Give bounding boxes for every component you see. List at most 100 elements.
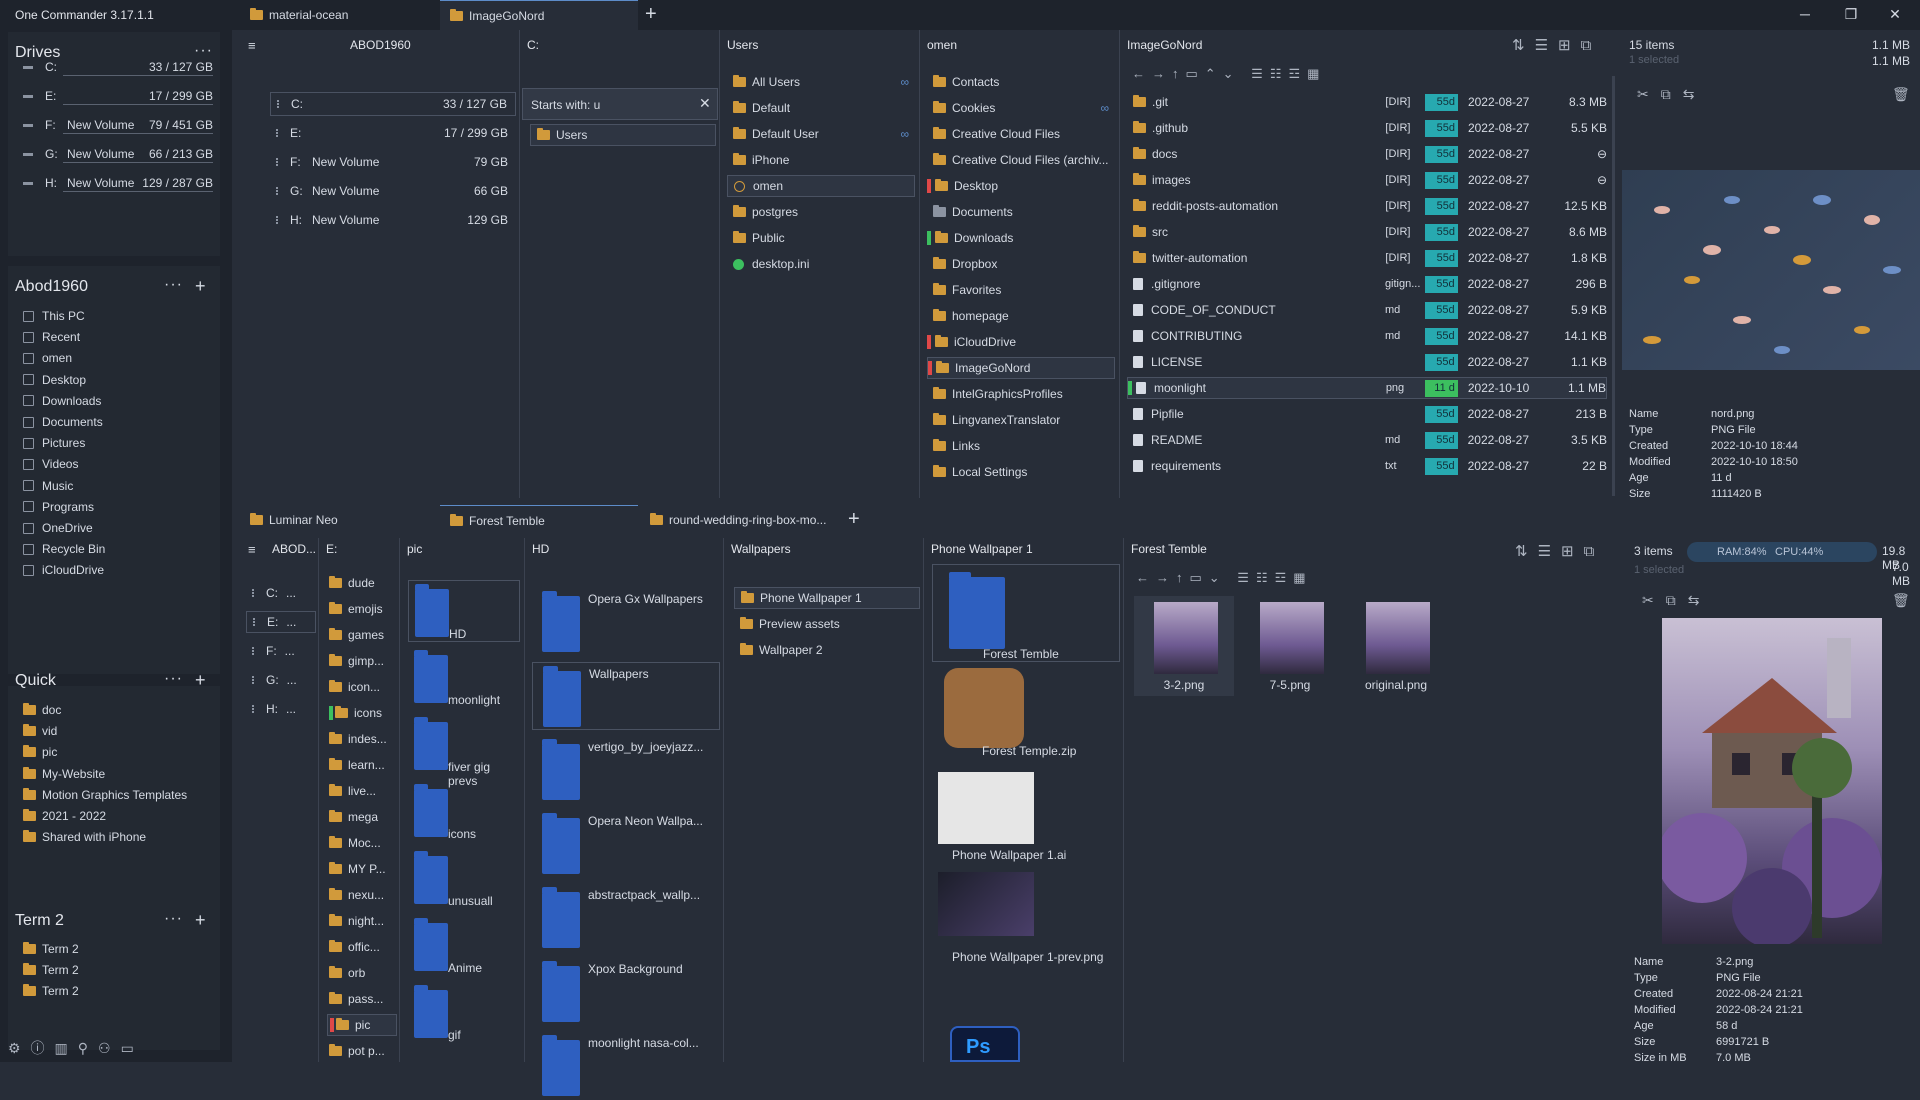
abod-drive[interactable]: H: New Volume 129 GB xyxy=(270,208,516,232)
image-thumb[interactable]: original.png xyxy=(1346,596,1446,696)
folder-item[interactable]: pic xyxy=(327,1014,397,1036)
folder-item[interactable]: icon... xyxy=(327,676,397,698)
abod-drive[interactable]: C: 33 / 127 GB xyxy=(270,92,516,116)
new-tab-button[interactable]: + xyxy=(848,508,860,531)
tab-luminar-neo[interactable]: Luminar Neo xyxy=(240,505,440,535)
sidebar-drive[interactable]: E: 17 / 299 GB xyxy=(23,85,213,107)
quick-item[interactable]: doc xyxy=(23,699,218,721)
folder-item[interactable]: icons xyxy=(327,702,397,724)
sidebar-item[interactable]: omen xyxy=(23,347,218,369)
thumb-item[interactable]: Forest Temble xyxy=(932,564,1120,662)
folder-item[interactable]: learn... xyxy=(327,754,397,776)
term-item[interactable]: Term 2 xyxy=(23,938,218,960)
thumb-item[interactable]: Forest Temple.zip xyxy=(932,662,1120,760)
clipboard-toolbar[interactable]: ✂⧉⇆ xyxy=(1642,592,1711,609)
thumb-folder[interactable]: unusuall xyxy=(408,848,520,910)
user-add-button[interactable]: + xyxy=(195,276,206,297)
sidebar-item[interactable]: This PC xyxy=(23,305,218,327)
folder-item[interactable]: iPhone xyxy=(727,149,915,171)
folder-item[interactable]: Wallpaper 2 xyxy=(734,639,920,661)
folder-item[interactable]: Creative Cloud Files (archiv... xyxy=(927,149,1115,171)
file-row[interactable]: docs [DIR] 55d 2022-08-27 ⊖ xyxy=(1127,143,1607,165)
thumb-item[interactable]: Phone Wallpaper 1.ai xyxy=(932,766,1120,864)
nav-toolbar[interactable]: ←→↑▭⌃⌄ ☰☷☲▦ xyxy=(1132,66,1326,82)
file-row[interactable]: LICENSE 55d 2022-08-27 1.1 KB xyxy=(1127,351,1607,373)
file-row[interactable]: README md 55d 2022-08-27 3.5 KB xyxy=(1127,429,1607,451)
folder-item[interactable]: Desktop xyxy=(927,175,1115,197)
folder-item[interactable]: gimp... xyxy=(327,650,397,672)
quick-item[interactable]: Motion Graphics Templates xyxy=(23,784,218,806)
thumb-folder[interactable]: moonlight nasa-col... xyxy=(532,1032,720,1100)
image-thumb[interactable]: 3-2.png xyxy=(1134,596,1234,696)
close-button[interactable]: ✕ xyxy=(1880,6,1910,23)
abod-drive[interactable]: F: New Volume 79 GB xyxy=(270,150,516,174)
thumb-folder[interactable]: Anime xyxy=(408,915,520,977)
sidebar-drive[interactable]: F: New Volume 79 / 451 GB xyxy=(23,114,213,136)
sidebar-drive[interactable]: G: New Volume 66 / 213 GB xyxy=(23,143,213,165)
folder-item[interactable]: homepage xyxy=(927,305,1115,327)
quick-item[interactable]: 2021 - 2022 xyxy=(23,805,218,827)
thumb-folder[interactable]: moonlight xyxy=(408,647,520,709)
folder-item[interactable]: Creative Cloud Files xyxy=(927,123,1115,145)
folder-item[interactable]: postgres xyxy=(727,201,915,223)
quick-item[interactable]: pic xyxy=(23,741,218,763)
sidebar-item[interactable]: Desktop xyxy=(23,369,218,391)
bottom-toolbar[interactable]: ⚙ⓘ▥⚲⚇▭ xyxy=(8,1038,144,1058)
folder-item[interactable]: Dropbox xyxy=(927,253,1115,275)
image-thumb[interactable]: 7-5.png xyxy=(1240,596,1340,696)
thumb-folder[interactable]: icons xyxy=(408,781,520,843)
abod-drive[interactable]: F:... xyxy=(246,640,316,662)
folder-item[interactable]: night... xyxy=(327,910,397,932)
thumb-folder[interactable]: Wallpapers xyxy=(532,662,720,730)
folder-item[interactable]: Preview assets xyxy=(734,613,920,635)
quick-item[interactable]: vid xyxy=(23,720,218,742)
folder-item[interactable]: Default User ∞ xyxy=(727,123,915,145)
sidebar-item[interactable]: Documents xyxy=(23,411,218,433)
folder-item[interactable]: emojis xyxy=(327,598,397,620)
quick-item[interactable]: My-Website xyxy=(23,763,218,785)
term-add-button[interactable]: + xyxy=(195,910,206,931)
abod-drive[interactable]: G:... xyxy=(246,669,316,691)
trash-icon[interactable]: 🗑 xyxy=(1892,86,1910,103)
thumb-folder[interactable]: gif xyxy=(408,982,520,1044)
file-row[interactable]: .github [DIR] 55d 2022-08-27 5.5 KB xyxy=(1127,117,1607,139)
thumb-folder[interactable]: Xpox Background xyxy=(532,958,720,1026)
sidebar-item[interactable]: Programs xyxy=(23,496,218,518)
quick-add-button[interactable]: + xyxy=(195,670,206,691)
file-row[interactable]: reddit-posts-automation [DIR] 55d 2022-08-2… xyxy=(1127,195,1607,217)
tab-round-wedding[interactable]: round-wedding-ring-box-mo... xyxy=(640,505,840,535)
close-icon[interactable]: ✕ xyxy=(699,95,711,112)
folder-item[interactable]: live... xyxy=(327,780,397,802)
folder-item[interactable]: offic... xyxy=(327,936,397,958)
view-toolbar[interactable]: ⇅☰⊞⧉ xyxy=(1515,542,1604,560)
file-row[interactable]: src [DIR] 55d 2022-08-27 8.6 MB xyxy=(1127,221,1607,243)
tab-material-ocean[interactable]: material-ocean xyxy=(240,0,440,30)
folder-item[interactable]: Favorites xyxy=(927,279,1115,301)
file-row[interactable]: images [DIR] 55d 2022-08-27 ⊖ xyxy=(1127,169,1607,191)
menu-icon[interactable]: ≡ xyxy=(248,542,256,557)
folder-item[interactable]: Downloads xyxy=(927,227,1115,249)
restore-button[interactable]: ❐ xyxy=(1836,6,1866,23)
quick-item[interactable]: Shared with iPhone xyxy=(23,826,218,848)
quick-more-button[interactable]: ··· xyxy=(164,670,183,688)
sidebar-item[interactable]: iCloudDrive xyxy=(23,559,218,581)
folder-item[interactable]: Contacts xyxy=(927,71,1115,93)
menu-icon[interactable]: ≡ xyxy=(248,38,256,53)
abod-drive[interactable]: E:... xyxy=(246,611,316,633)
folder-item[interactable]: dude xyxy=(327,572,397,594)
folder-item[interactable]: orb xyxy=(327,962,397,984)
file-row[interactable]: requirements txt 55d 2022-08-27 22 B xyxy=(1127,455,1607,477)
abod-drive[interactable]: H:... xyxy=(246,698,316,720)
minimize-button[interactable]: ─ xyxy=(1790,6,1820,22)
term-item[interactable]: Term 2 xyxy=(23,980,218,1002)
nav-toolbar[interactable]: ←→↑▭⌄ ☰☷☲▦ xyxy=(1136,570,1313,586)
trash-icon[interactable]: 🗑 xyxy=(1892,592,1910,609)
folder-item[interactable]: mega xyxy=(327,806,397,828)
folder-item[interactable]: games xyxy=(327,624,397,646)
abod-drive[interactable]: C:... xyxy=(246,582,316,604)
thumb-folder[interactable]: fiver gig prevs xyxy=(408,714,520,788)
abod-drive[interactable]: G: New Volume 66 GB xyxy=(270,179,516,203)
view-toolbar[interactable]: ⇅☰⊞⧉ xyxy=(1512,36,1601,54)
folder-item[interactable]: desktop.ini xyxy=(727,253,915,275)
scrollbar[interactable] xyxy=(1612,76,1615,496)
